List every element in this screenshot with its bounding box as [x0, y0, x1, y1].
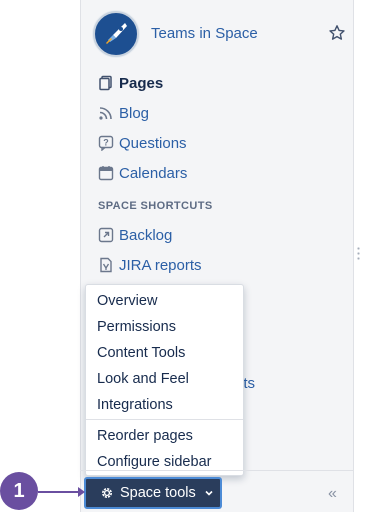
nav-label-pages: Pages — [119, 74, 164, 92]
menu-item-permissions[interactable]: Permissions — [97, 319, 176, 335]
shortcut-jira-reports[interactable]: JIRA reports — [98, 254, 202, 276]
report-icon — [100, 257, 112, 273]
space-title[interactable]: Teams in Space — [151, 25, 258, 42]
shortcut-label-backlog: Backlog — [119, 226, 173, 244]
callout-marker: 1 — [0, 472, 38, 510]
space-tools-menu: Overview Permissions Content Tools Look … — [85, 284, 244, 476]
shortcut-label-jira-reports: JIRA reports — [119, 256, 202, 274]
nav-label-questions: Questions — [119, 134, 187, 152]
menu-item-overview[interactable]: Overview — [97, 293, 157, 309]
space-shortcuts-heading: SPACE SHORTCUTS — [98, 200, 213, 212]
rss-icon — [99, 107, 112, 120]
svg-text:?: ? — [103, 138, 109, 148]
menu-item-content-tools[interactable]: Content Tools — [97, 345, 185, 361]
nav-item-blog[interactable]: Blog — [98, 102, 149, 124]
menu-item-configure-sidebar[interactable]: Configure sidebar — [97, 454, 211, 470]
space-tools-button[interactable]: Space tools — [84, 477, 222, 509]
menu-item-reorder-pages[interactable]: Reorder pages — [97, 428, 193, 444]
gear-icon — [102, 488, 112, 498]
star-icon[interactable] — [328, 24, 346, 42]
menu-item-look-and-feel[interactable]: Look and Feel — [97, 371, 189, 387]
nav-item-calendars[interactable]: Calendars — [98, 162, 187, 184]
shortcut-backlog[interactable]: Backlog — [98, 224, 172, 246]
question-icon: ? — [98, 135, 114, 151]
menu-item-integrations[interactable]: Integrations — [97, 397, 173, 413]
pages-icon — [99, 75, 112, 91]
link-icon — [98, 227, 114, 243]
callout-number: 1 — [13, 479, 25, 502]
nav-item-questions[interactable]: ? Questions — [98, 132, 187, 154]
space-logo[interactable] — [92, 10, 140, 58]
resize-handle[interactable] — [357, 246, 360, 262]
callout-arrow-icon — [78, 487, 85, 497]
nav-item-pages[interactable]: Pages — [98, 72, 163, 94]
callout-line — [38, 491, 82, 493]
calendar-icon — [98, 166, 114, 181]
space-header: Teams in Space — [92, 10, 354, 58]
nav-label-blog: Blog — [119, 104, 150, 122]
menu-separator — [86, 419, 243, 420]
rocket-icon — [93, 11, 139, 57]
nav-label-calendars: Calendars — [119, 164, 188, 182]
collapse-sidebar-icon[interactable]: « — [328, 485, 337, 503]
chevron-down-icon — [205, 490, 213, 496]
space-tools-label: Space tools — [120, 485, 196, 501]
